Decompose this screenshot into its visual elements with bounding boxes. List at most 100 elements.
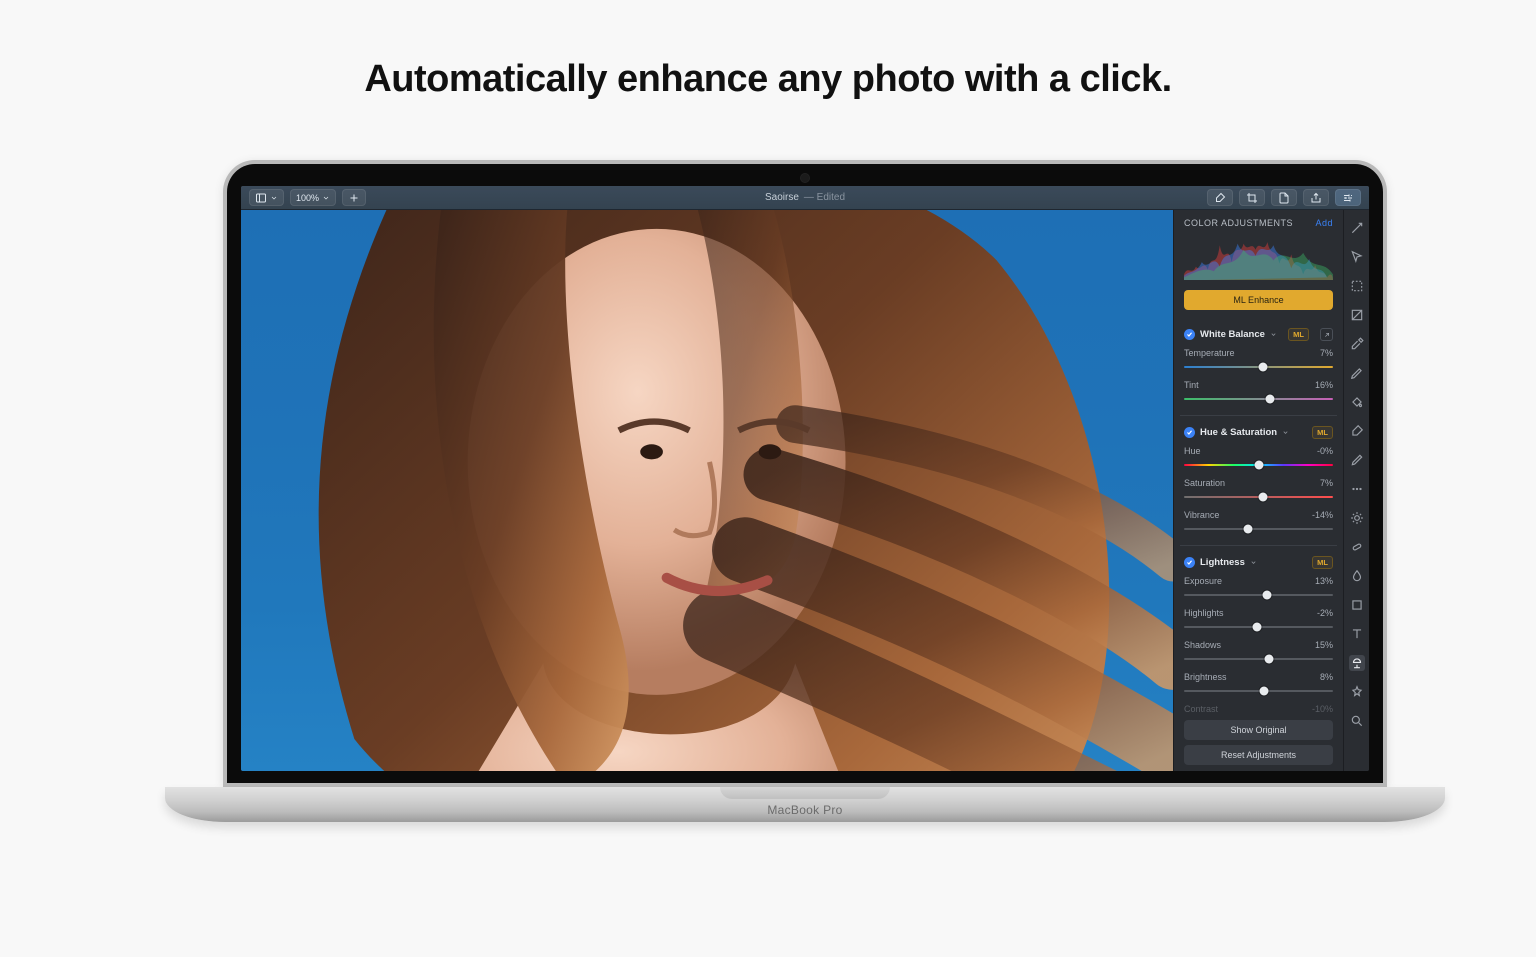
ml-enhance-button[interactable]: ML Enhance (1184, 290, 1333, 310)
healing-tool[interactable] (1349, 539, 1365, 555)
brush-tool[interactable] (1349, 423, 1365, 439)
healing-icon (1350, 540, 1364, 554)
histogram (1184, 236, 1333, 280)
reset-adjustments-button[interactable]: Reset Adjustments (1184, 745, 1333, 765)
bucket-tool[interactable] (1349, 394, 1365, 410)
add-button[interactable] (342, 189, 366, 206)
highlights-slider[interactable] (1184, 621, 1333, 633)
hue-row: Hue-0% (1184, 446, 1333, 471)
white-balance-header[interactable]: White Balance ML (1184, 328, 1333, 341)
shadows-slider[interactable] (1184, 653, 1333, 665)
temperature-row: Temperature7% (1184, 348, 1333, 373)
zoom-tool[interactable] (1349, 713, 1365, 729)
enable-toggle[interactable] (1184, 557, 1195, 568)
ml-badge[interactable]: ML (1312, 426, 1333, 439)
enable-toggle[interactable] (1184, 329, 1195, 340)
popout-button[interactable] (1320, 328, 1333, 341)
zoom-icon (1350, 714, 1364, 728)
effects-tool[interactable] (1349, 684, 1365, 700)
vibrance-slider[interactable] (1184, 523, 1333, 535)
wand-tool[interactable] (1349, 220, 1365, 236)
clone-stamp-icon (1350, 656, 1364, 670)
device-label: MacBook Pro (767, 803, 842, 817)
image-canvas[interactable] (241, 210, 1173, 771)
zoom-level: 100% (296, 193, 319, 203)
exposure-slider[interactable] (1184, 589, 1333, 601)
marketing-headline: Automatically enhance any photo with a c… (0, 58, 1536, 101)
chevron-down-icon (1282, 429, 1289, 436)
square-icon (1350, 598, 1364, 612)
document-status: — Edited (804, 192, 845, 203)
dots-icon (1350, 482, 1364, 496)
app-topbar: 100% Saoirse — Edited (241, 186, 1369, 210)
dots-tool[interactable] (1349, 481, 1365, 497)
crop-tool-icon (1246, 192, 1258, 204)
pen-icon (1350, 366, 1364, 380)
pencil-tool[interactable] (1349, 452, 1365, 468)
pointer-select-icon (1350, 250, 1364, 264)
eyedropper-tool[interactable] (1349, 336, 1365, 352)
ml-badge[interactable]: ML (1312, 556, 1333, 569)
tint-slider[interactable] (1184, 393, 1333, 405)
brush-tool-icon (1214, 192, 1226, 204)
pencil-icon (1350, 453, 1364, 467)
color-adjustments-panel: COLOR ADJUSTMENTS Add ML Enhance (1173, 210, 1343, 771)
eyedropper-icon (1350, 337, 1364, 351)
effects-icon (1350, 685, 1364, 699)
saturation-row: Saturation7% (1184, 478, 1333, 503)
contrast-row: Contrast-10% (1184, 704, 1333, 714)
gradient-tool[interactable] (1349, 307, 1365, 323)
bucket-icon (1350, 395, 1364, 409)
zoom-menu[interactable]: 100% (290, 189, 336, 206)
pointer-select-tool[interactable] (1349, 249, 1365, 265)
marquee-icon (1350, 279, 1364, 293)
hue-slider[interactable] (1184, 459, 1333, 471)
page-mode-button[interactable] (1271, 189, 1297, 206)
add-adjustment-button[interactable]: Add (1315, 218, 1333, 228)
droplet-tool[interactable] (1349, 568, 1365, 584)
hue-saturation-header[interactable]: Hue & Saturation ML (1184, 426, 1333, 439)
square-tool[interactable] (1349, 597, 1365, 613)
plus-icon (348, 192, 360, 204)
adjustments-panel-icon (1342, 192, 1354, 204)
share-icon (1310, 192, 1322, 204)
document-title: Saoirse — Edited (765, 192, 845, 203)
tool-strip (1343, 210, 1369, 771)
type-icon (1350, 627, 1364, 641)
portrait-photo (241, 210, 1173, 771)
brightness-row: Brightness8% (1184, 672, 1333, 697)
marquee-tool[interactable] (1349, 278, 1365, 294)
droplet-icon (1350, 569, 1364, 583)
show-original-button[interactable]: Show Original (1184, 720, 1333, 740)
brightness-slider[interactable] (1184, 685, 1333, 697)
page-tool-icon (1278, 192, 1290, 204)
share-button[interactable] (1303, 189, 1329, 206)
chevron-down-icon (270, 194, 278, 202)
tint-row: Tint16% (1184, 380, 1333, 405)
brush-icon (1350, 424, 1364, 438)
sun-tool[interactable] (1349, 510, 1365, 526)
lightness-header[interactable]: Lightness ML (1184, 556, 1333, 569)
sun-icon (1350, 511, 1364, 525)
document-name: Saoirse (765, 192, 799, 203)
pen-tool[interactable] (1349, 365, 1365, 381)
app-window: 100% Saoirse — Edited (241, 186, 1369, 771)
brush-mode-button[interactable] (1207, 189, 1233, 206)
adjustments-panel-button[interactable] (1335, 189, 1361, 206)
type-tool[interactable] (1349, 626, 1365, 642)
saturation-slider[interactable] (1184, 491, 1333, 503)
highlights-row: Highlights-2% (1184, 608, 1333, 633)
chevron-down-icon (322, 194, 330, 202)
exposure-row: Exposure13% (1184, 576, 1333, 601)
shadows-row: Shadows15% (1184, 640, 1333, 665)
gradient-icon (1350, 308, 1364, 322)
layout-menu[interactable] (249, 189, 284, 206)
crop-mode-button[interactable] (1239, 189, 1265, 206)
ml-badge[interactable]: ML (1288, 328, 1309, 341)
webcam (801, 174, 809, 182)
enable-toggle[interactable] (1184, 427, 1195, 438)
temperature-slider[interactable] (1184, 361, 1333, 373)
clone-stamp-tool[interactable] (1349, 655, 1365, 671)
chevron-down-icon (1250, 559, 1257, 566)
panel-title: COLOR ADJUSTMENTS (1184, 218, 1293, 228)
